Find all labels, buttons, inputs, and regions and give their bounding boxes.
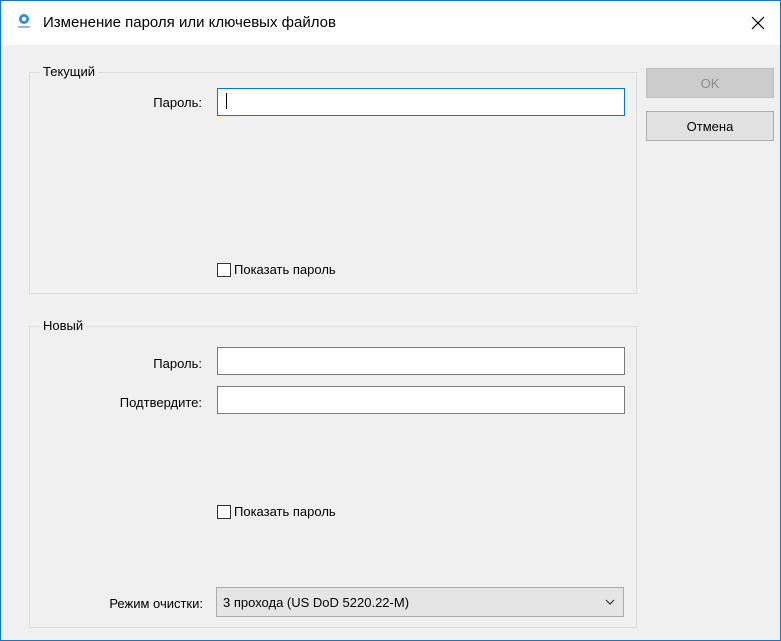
checkbox-icon — [217, 263, 231, 277]
title-bar: Изменение пароля или ключевых файлов — [1, 1, 780, 45]
current-show-password-label: Показать пароль — [234, 262, 336, 277]
close-icon — [751, 16, 765, 30]
new-password-label: Пароль: — [153, 356, 202, 371]
window-title: Изменение пароля или ключевых файлов — [43, 14, 336, 31]
chevron-down-icon — [605, 599, 615, 605]
current-password-field-wrap — [217, 88, 625, 116]
current-password-group: Текущий Пароль: Показать пароль — [29, 64, 637, 294]
new-show-password-label: Показать пароль — [234, 504, 336, 519]
wipe-mode-label: Режим очистки: — [109, 596, 203, 611]
new-show-password-checkbox[interactable]: Показать пароль — [217, 504, 336, 520]
wipe-mode-value: 3 прохода (US DoD 5220.22-M) — [223, 594, 410, 610]
checkbox-icon — [217, 505, 231, 519]
change-password-dialog: Изменение пароля или ключевых файлов Тек… — [0, 0, 781, 641]
new-password-input[interactable] — [217, 347, 625, 375]
confirm-password-label: Подтвердите: — [119, 395, 202, 410]
confirm-password-input[interactable] — [217, 386, 625, 414]
current-password-input[interactable] — [217, 88, 625, 116]
cancel-button[interactable]: Отмена — [646, 111, 774, 141]
text-caret — [226, 93, 227, 109]
wipe-mode-select[interactable]: 3 прохода (US DoD 5220.22-M) — [216, 587, 624, 617]
ok-button[interactable]: OK — [646, 68, 774, 98]
close-button[interactable] — [736, 1, 780, 45]
current-show-password-checkbox[interactable]: Показать пароль — [217, 262, 336, 278]
new-group-legend: Новый — [40, 318, 87, 334]
app-logo-icon — [16, 13, 32, 31]
current-group-legend: Текущий — [40, 64, 98, 80]
new-password-group: Новый Пароль: Подтвердите: Показать паро… — [29, 318, 637, 628]
current-password-label: Пароль: — [153, 95, 202, 110]
